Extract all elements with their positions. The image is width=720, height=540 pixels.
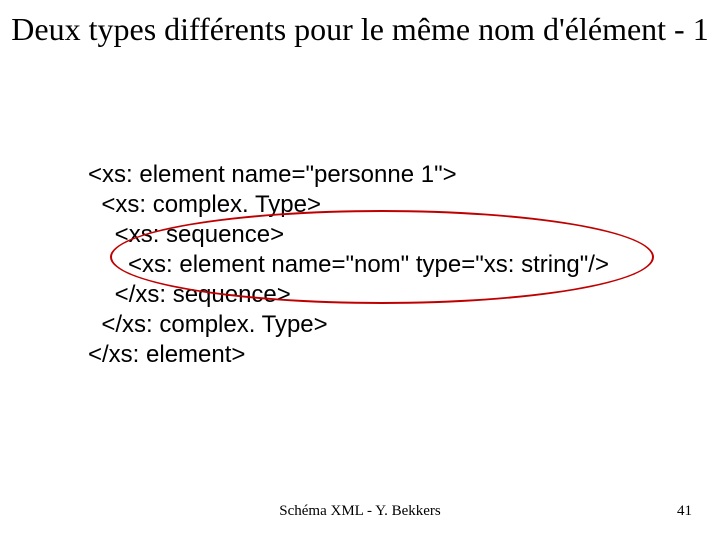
footer-center: Schéma XML - Y. Bekkers — [0, 503, 720, 520]
code-line-3: <xs: sequence> — [88, 221, 284, 248]
code-line-6: </xs: complex. Type> — [88, 311, 328, 338]
page-number: 41 — [677, 503, 692, 520]
code-line-1: <xs: element name="personne 1"> — [88, 161, 457, 188]
code-line-4: <xs: element name="nom" type="xs: string… — [88, 251, 609, 278]
slide: Deux types différents pour le même nom d… — [0, 0, 720, 540]
code-block: <xs: element name="personne 1"> <xs: com… — [88, 160, 609, 370]
code-line-5: </xs: sequence> — [88, 281, 291, 308]
code-line-7: </xs: element> — [88, 341, 245, 368]
code-line-2: <xs: complex. Type> — [88, 191, 321, 218]
slide-title: Deux types différents pour le même nom d… — [0, 10, 720, 48]
